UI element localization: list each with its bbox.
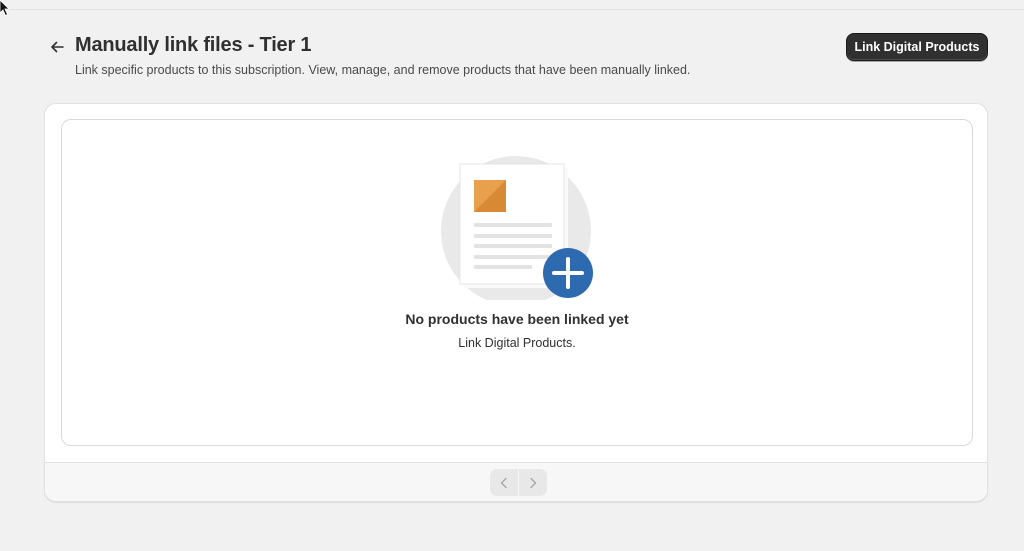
empty-state-description: Link Digital Products. xyxy=(458,336,576,350)
back-button[interactable] xyxy=(46,36,68,58)
page-subtitle: Link specific products to this subscript… xyxy=(75,63,691,77)
pagination-footer xyxy=(45,462,987,501)
document-add-illustration-icon xyxy=(441,156,593,300)
empty-state-heading: No products have been linked yet xyxy=(405,311,629,327)
next-page-button[interactable] xyxy=(519,469,547,496)
page-title: Manually link files - Tier 1 xyxy=(75,34,312,56)
linked-products-card: No products have been linked yet Link Di… xyxy=(44,103,988,502)
previous-page-button[interactable] xyxy=(490,469,518,496)
chevron-right-icon xyxy=(530,477,537,488)
arrow-left-icon xyxy=(51,41,64,53)
top-divider xyxy=(0,9,1024,10)
empty-state-panel: No products have been linked yet Link Di… xyxy=(61,119,973,446)
link-digital-products-button[interactable]: Link Digital Products xyxy=(846,33,988,61)
mouse-cursor-icon xyxy=(0,0,10,16)
pagination xyxy=(490,469,547,496)
chevron-left-icon xyxy=(500,477,507,488)
